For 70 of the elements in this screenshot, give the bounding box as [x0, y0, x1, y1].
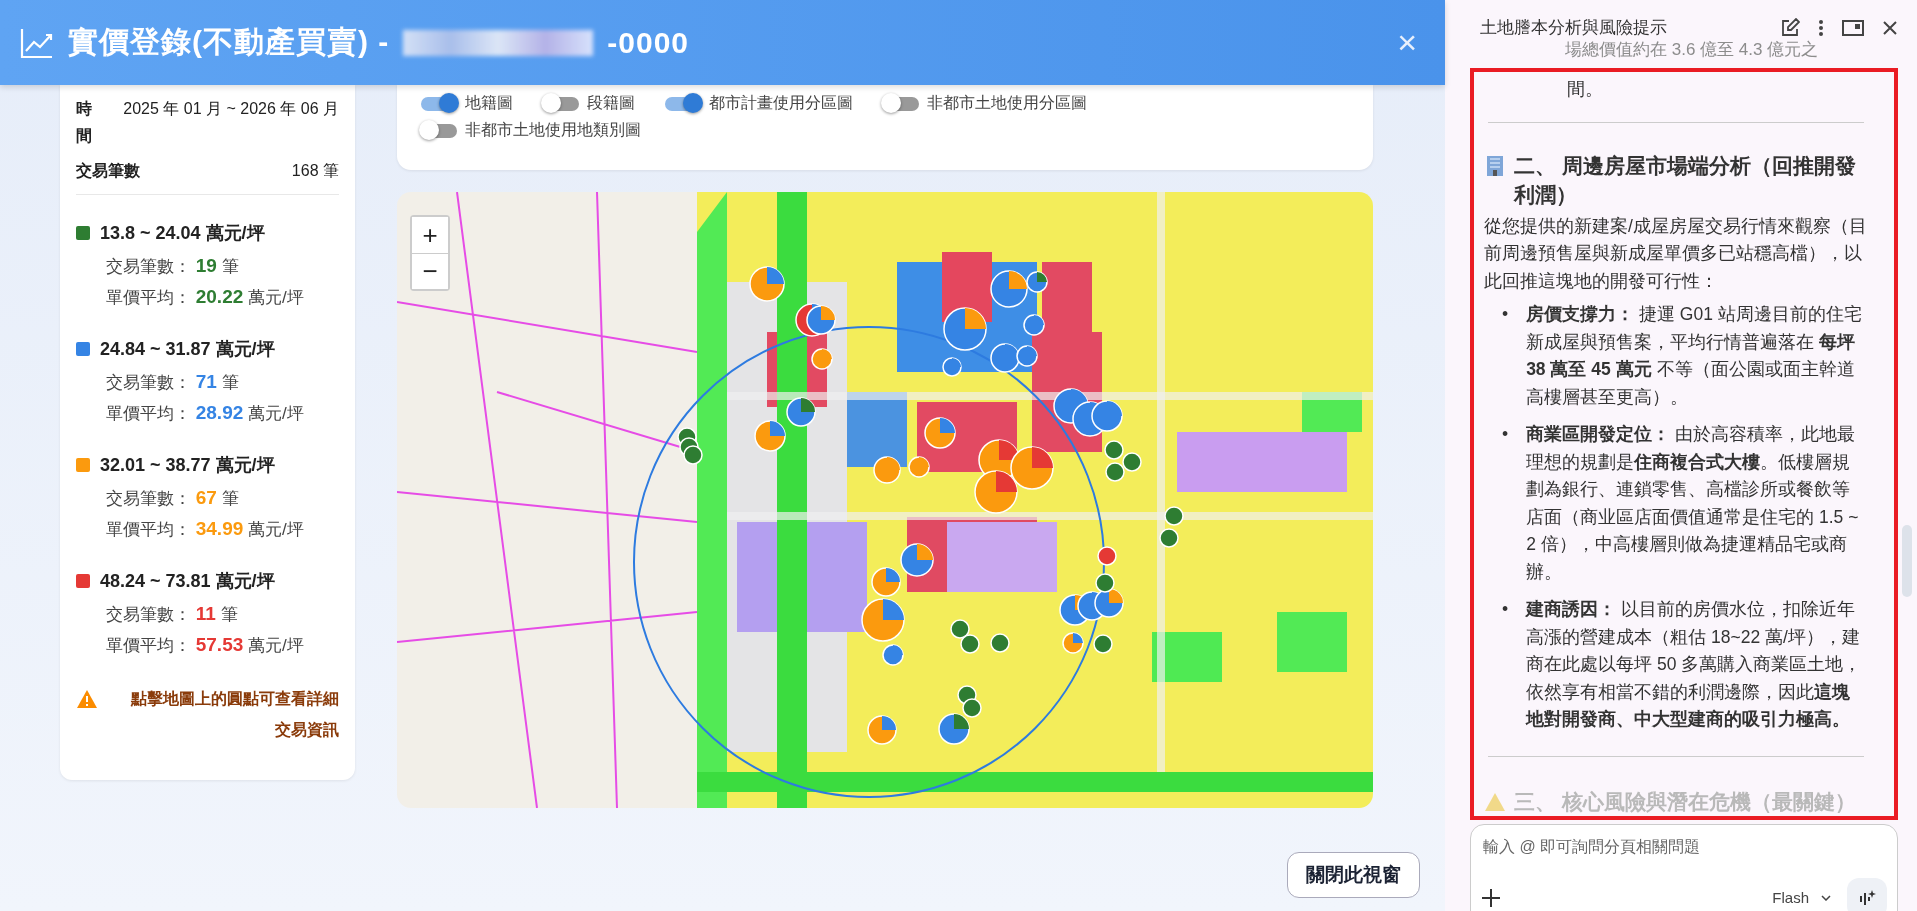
period-label: 時間	[76, 99, 92, 146]
side-panel-icon[interactable]	[1842, 19, 1864, 36]
bullet-mark: •	[1502, 423, 1509, 446]
price-range: 48.24 ~ 73.81 萬元/坪	[100, 570, 275, 593]
count-value: 11	[195, 603, 216, 624]
voice-icon[interactable]	[1847, 877, 1887, 911]
section-heading: 二、 周邊房屋市場端分析（回推開發利潤）	[1514, 152, 1857, 208]
price-range: 32.01 ~ 38.77 萬元/坪	[100, 454, 275, 477]
average-label: 單價平均：	[106, 520, 191, 539]
faded-text: 場總價值約在 3.6 億至 4.3 億元之	[1565, 39, 1819, 61]
count-label: 交易筆數：	[106, 257, 191, 276]
model-selector[interactable]: Flash	[1766, 888, 1837, 907]
layer-toggle[interactable]: 地籍圖	[421, 91, 513, 116]
average-unit: 萬元/坪	[248, 636, 304, 655]
count-value: 19	[195, 255, 217, 276]
close-window-button[interactable]: 關閉此視窗	[1287, 852, 1420, 898]
hint-text: 點擊地圖上的圓點可查看詳細交易資訊	[129, 689, 339, 740]
average-label: 單價平均：	[106, 636, 191, 655]
more-options-icon[interactable]	[1818, 18, 1824, 37]
bullet-text: 建商誘因： 以目前的房價水位，扣除近年高漲的營建成本（粗估 18~22 萬/坪），建商在此處以每坪 50 多萬購入商業區土地，依然享有相當不錯的利潤邊際，因此這塊地對開發商、中大型建商的吸引力極高。	[1526, 598, 1863, 731]
count-label: 交易筆數：	[106, 489, 191, 508]
window-title-suffix: -0000	[607, 25, 690, 60]
edit-icon[interactable]	[1780, 17, 1800, 38]
count-unit: 筆	[221, 489, 239, 508]
average-value: 28.92	[195, 402, 244, 423]
count-label: 交易筆數：	[106, 373, 191, 392]
average-value: 34.99	[195, 518, 244, 539]
average-value: 57.53	[195, 634, 244, 655]
warning-icon	[1484, 791, 1506, 812]
price-range: 24.84 ~ 31.87 萬元/坪	[100, 338, 275, 361]
period-value: 2025 年 01 月 ~ 2026 年 06 月	[123, 99, 339, 119]
chat-input[interactable]: 輸入 @ 即可詢問分頁相關問題	[1481, 834, 1887, 859]
count-label: 交易筆數	[76, 161, 140, 181]
price-range: 13.8 ~ 24.04 萬元/坪	[100, 222, 265, 245]
close-icon[interactable]	[1882, 19, 1898, 36]
count-unit: 筆	[221, 257, 239, 276]
caret-icon	[1821, 894, 1831, 901]
count-value: 168 筆	[291, 161, 339, 181]
count-value: 71	[195, 371, 217, 392]
layer-toggle[interactable]: 非都市土地使用分區圖	[883, 91, 1087, 116]
map-view[interactable]: + −	[397, 192, 1373, 808]
count-unit: 筆	[220, 605, 238, 624]
bullet-text: 房價支撐力： 捷運 G01 站周邊目前的住宅新成屋與預售案，平均行情普遍落在 每坪 38 萬至 45 萬元 不等（面公園或面主幹道高樓層甚至更高）。	[1526, 303, 1863, 409]
panel-title: 土地謄本分析與風險提示	[1480, 17, 1667, 39]
section-heading: 三、 核心風險與潛在危機（最關鍵）	[1514, 788, 1857, 815]
average-unit: 萬元/坪	[248, 288, 304, 307]
paragraph-text: 從您提供的新建案/成屋房屋交易行情來觀察（目前周邊預售屋與新成屋單價多已站穩高檔），以此回推這塊地的開發可行性：	[1484, 214, 1868, 293]
average-value: 20.22	[195, 286, 244, 307]
layer-toggle[interactable]: 段籍圖	[543, 91, 635, 116]
layer-toggle[interactable]: 非都市土地使用地類別圖	[421, 118, 641, 143]
bullet-text: 商業區開發定位： 由於高容積率，此地最理想的規劃是住商複合式大樓。低樓層規劃為銀行、連鎖零售、高檔診所或餐飲等店面（商业區店面價值通常是住宅的 1.5 ~ 2 倍），中高樓層則做為捷運精品宅或商辦。	[1526, 423, 1860, 584]
zoom-out-button[interactable]: −	[412, 253, 448, 289]
average-unit: 萬元/坪	[248, 404, 304, 423]
count-unit: 筆	[221, 373, 239, 392]
count-label: 交易筆數：	[106, 605, 191, 624]
bullet-mark: •	[1502, 303, 1509, 326]
average-label: 單價平均：	[106, 288, 191, 307]
count-value: 67	[195, 487, 217, 508]
paragraph-text: 間。	[1566, 78, 1604, 101]
line-chart-icon	[20, 26, 54, 59]
average-unit: 萬元/坪	[248, 520, 304, 539]
warning-icon	[76, 689, 98, 709]
bullet-mark: •	[1502, 598, 1509, 621]
average-label: 單價平均：	[106, 404, 191, 423]
add-icon[interactable]	[1481, 887, 1501, 908]
scrollbar-thumb[interactable]	[1902, 525, 1912, 597]
layer-toggle[interactable]: 都市計畫使用分區圖	[665, 91, 853, 116]
window-title: 實價登錄(不動產買賣) -	[68, 24, 390, 60]
chat-input-box[interactable]: 輸入 @ 即可詢問分頁相關問題 Flash	[1470, 823, 1898, 911]
office-building-icon	[1484, 154, 1506, 177]
